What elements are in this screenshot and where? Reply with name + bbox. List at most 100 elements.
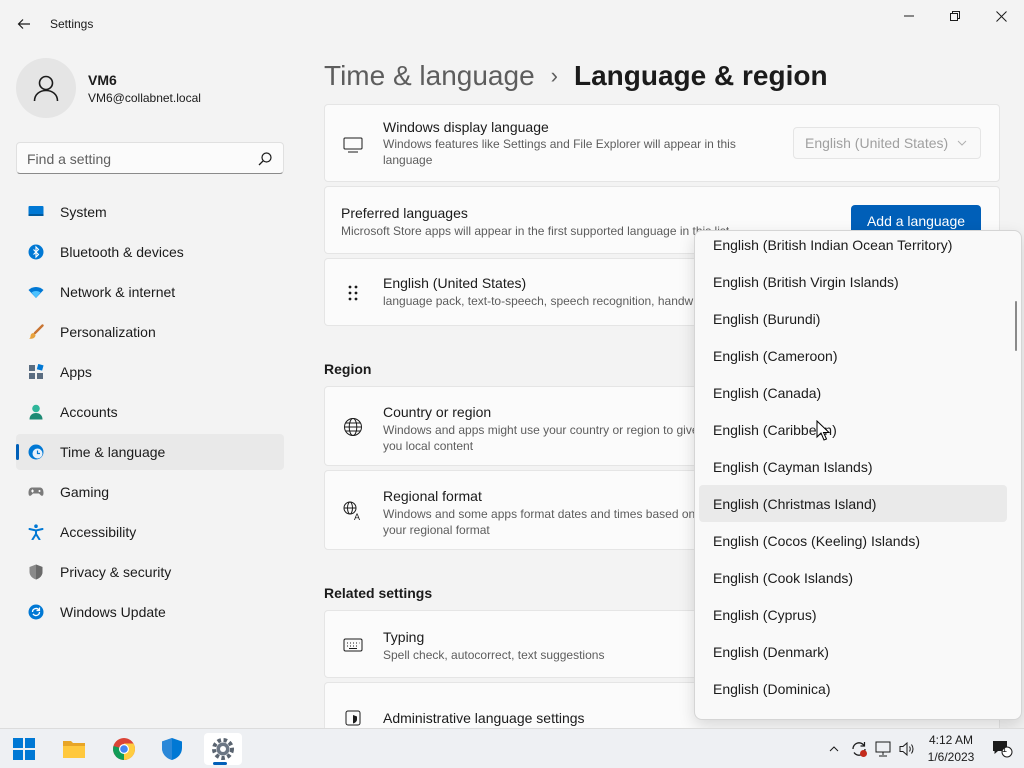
settings-icon [212,738,234,760]
close-icon [995,10,1007,22]
related-settings-title: Related settings [324,585,433,601]
language-option[interactable]: English (Cook Islands) [699,559,1007,596]
search-icon[interactable] [257,151,273,167]
defender-icon [162,738,182,760]
bluetooth-icon [28,244,44,260]
back-arrow-icon [17,19,30,29]
typing-title: Typing [383,629,425,645]
sidebar-item-privacy[interactable]: Privacy & security [16,554,284,590]
show-hidden-icons[interactable] [826,729,842,768]
sidebar-item-accounts[interactable]: Accounts [16,394,284,430]
typing-desc: Spell check, autocorrect, text suggestio… [383,648,605,662]
language-option[interactable]: English (Cyprus) [699,596,1007,633]
breadcrumb-separator: › [550,63,558,88]
language-option[interactable]: English (Eritrea) [699,707,1007,720]
sidebar-item-label: Bluetooth & devices [60,244,184,260]
sidebar-item-system[interactable]: System [16,194,284,230]
taskbar: 4:12 AM 1/6/2023 1 [0,728,1024,768]
sidebar-item-gaming[interactable]: Gaming [16,474,284,510]
drag-handle-icon[interactable] [343,283,363,303]
preferred-languages-title: Preferred languages [341,205,468,221]
language-option[interactable]: English (British Virgin Islands) [699,263,1007,300]
sidebar-item-apps[interactable]: Apps [16,354,284,390]
sidebar-item-personalization[interactable]: Personalization [16,314,284,350]
gaming-icon [28,487,44,496]
language-option[interactable]: English (Cocos (Keeling) Islands) [699,522,1007,559]
display-language-card: Windows display language Windows feature… [324,104,1000,182]
sidebar-item-time-language[interactable]: Time & language [16,434,284,470]
user-name: VM6 [88,72,117,88]
language-option[interactable]: English (Denmark) [699,633,1007,670]
settings-taskbar-button[interactable] [204,733,242,765]
language-option[interactable]: English (Caribbean) [699,411,1007,448]
sidebar-item-label: Windows Update [60,604,166,620]
sidebar-item-label: Time & language [60,444,166,460]
close-button[interactable] [978,0,1024,32]
taskbar-clock[interactable]: 4:12 AM 1/6/2023 [924,732,978,766]
chrome-button[interactable] [108,733,140,765]
sidebar-nav: System Bluetooth & devices Network & int… [16,194,284,634]
sidebar-item-label: System [60,204,107,220]
file-explorer-button[interactable] [58,733,90,765]
notification-center-button[interactable]: 1 [988,729,1016,768]
sidebar-item-label: Network & internet [60,284,176,300]
start-icon [13,738,35,760]
monitor-icon [343,137,363,153]
back-button[interactable] [8,8,40,40]
sync-tray-button[interactable] [848,729,870,768]
volume-tray-button[interactable] [896,729,918,768]
keyboard-icon [343,638,363,652]
language-format-icon: A [343,501,360,521]
language-option[interactable]: English (Cameroon) [699,337,1007,374]
settings-search [16,142,284,174]
title-bar: Settings [0,0,1024,48]
preferred-languages-desc: Microsoft Store apps will appear in the … [341,224,730,238]
user-profile[interactable]: VM6 VM6@collabnet.local [16,58,286,118]
language-options-list: English (British Indian Ocean Territory)… [695,231,1011,720]
sidebar-item-label: Accounts [60,404,118,420]
language-dropdown[interactable]: English (British Indian Ocean Territory)… [694,230,1022,720]
mouse-cursor-icon [816,420,830,441]
language-option[interactable]: English (Cayman Islands) [699,448,1007,485]
start-button[interactable] [8,733,40,765]
admin-shield-icon [345,710,361,726]
sidebar-item-label: Privacy & security [60,564,172,580]
display-language-value: English (United States) [805,135,949,151]
sidebar-item-label: Personalization [60,324,156,340]
display-language-select: English (United States) [793,127,981,159]
language-option[interactable]: English (British Indian Ocean Territory) [699,231,1007,263]
display-language-title: Windows display language [383,119,549,135]
sync-icon [852,742,867,757]
minimize-icon [904,15,914,17]
sidebar-item-windows-update[interactable]: Windows Update [16,594,284,630]
user-email: VM6@collabnet.local [88,91,201,105]
maximize-button[interactable] [932,0,978,32]
network-wired-icon [875,741,891,757]
regional-format-title: Regional format [383,488,482,504]
sidebar-item-network[interactable]: Network & internet [16,274,284,310]
chrome-icon [113,738,135,760]
person-icon [33,75,59,102]
accounts-icon [29,404,43,420]
dropdown-scrollbar[interactable] [1015,301,1017,351]
minimize-button[interactable] [886,0,932,32]
sidebar-item-bluetooth[interactable]: Bluetooth & devices [16,234,284,270]
network-tray-button[interactable] [872,729,894,768]
breadcrumb-parent[interactable]: Time & language [324,60,535,92]
search-input[interactable] [27,149,247,169]
language-entry-title: English (United States) [383,275,527,291]
language-option-hovered[interactable]: English (Christmas Island) [699,485,1007,522]
language-option[interactable]: English (Burundi) [699,300,1007,337]
volume-icon [899,741,914,757]
maximize-icon [950,11,960,21]
time-language-icon [28,444,44,460]
breadcrumb: Time & language › Language & region [324,58,828,94]
admin-language-title: Administrative language settings [383,710,585,726]
sidebar-item-accessibility[interactable]: Accessibility [16,514,284,550]
sidebar-item-label: Accessibility [60,524,137,540]
defender-button[interactable] [156,733,188,765]
language-option[interactable]: English (Canada) [699,374,1007,411]
sidebar-item-label: Gaming [60,484,110,500]
system-icon [28,206,44,216]
language-option[interactable]: English (Dominica) [699,670,1007,707]
